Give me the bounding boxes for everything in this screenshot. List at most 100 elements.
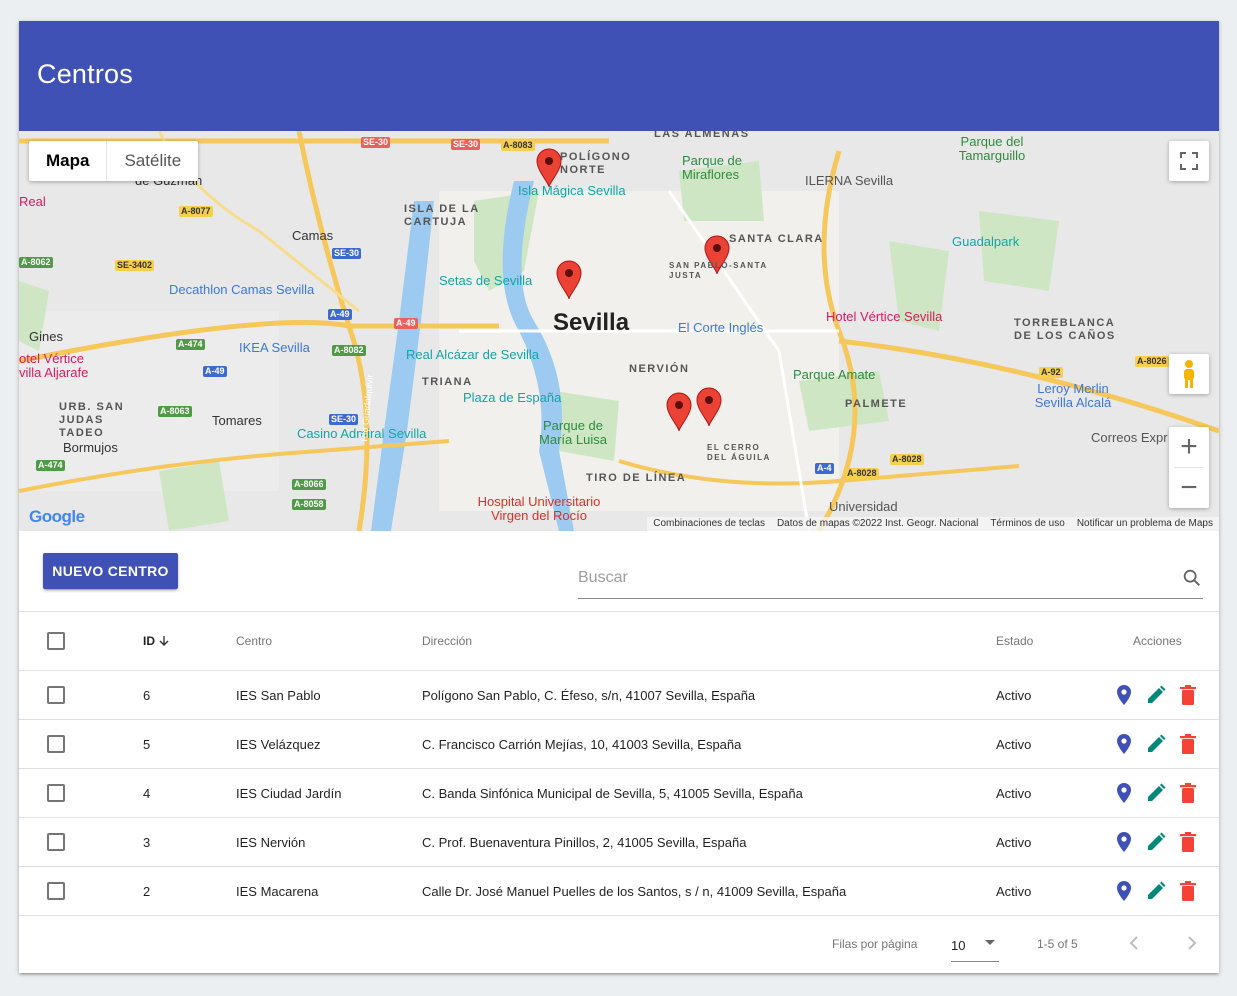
rows-per-page-label: Filas por página bbox=[832, 937, 918, 951]
edit-button[interactable] bbox=[1146, 832, 1166, 852]
locate-button[interactable] bbox=[1114, 881, 1134, 901]
poi-label[interactable]: Decathlon Camas Sevilla bbox=[169, 282, 314, 297]
area-label: SANTA CLARA bbox=[729, 233, 824, 245]
fullscreen-button[interactable] bbox=[1169, 141, 1209, 181]
area-label: URB. SAN JUDAS TADEO bbox=[59, 401, 125, 439]
delete-button[interactable] bbox=[1178, 734, 1198, 754]
rows-per-page-select[interactable]: 10 bbox=[951, 926, 999, 962]
poi-label[interactable]: Plaza de España bbox=[463, 390, 561, 405]
edit-button[interactable] bbox=[1146, 783, 1166, 803]
cell-estado: Activo bbox=[996, 785, 1032, 801]
poi-label[interactable]: Parque del Tamarguillo bbox=[947, 135, 1037, 163]
locate-button[interactable] bbox=[1114, 783, 1134, 803]
poi-label[interactable]: Universidad bbox=[829, 499, 898, 514]
cell-id: 2 bbox=[143, 883, 151, 899]
delete-button[interactable] bbox=[1178, 832, 1198, 852]
road-shield: A-92 bbox=[1039, 367, 1063, 378]
header-estado[interactable]: Estado bbox=[996, 612, 1033, 670]
zoom-out-button[interactable]: − bbox=[1169, 468, 1209, 508]
poi-label[interactable]: ILERNA Sevilla bbox=[805, 173, 893, 188]
road-shield: SE-30 bbox=[329, 414, 359, 425]
road-shield: A-8026 bbox=[1135, 356, 1169, 367]
edit-button[interactable] bbox=[1146, 881, 1166, 901]
road-shield: A-8063 bbox=[158, 406, 192, 417]
edit-button[interactable] bbox=[1146, 685, 1166, 705]
zoom-in-button[interactable]: + bbox=[1169, 427, 1209, 467]
road-shield: SE-30 bbox=[451, 139, 481, 150]
header-acciones: Acciones bbox=[1133, 634, 1182, 648]
town-label: Gines bbox=[29, 329, 63, 344]
row-actions bbox=[1114, 769, 1198, 817]
header-direccion[interactable]: Dirección bbox=[422, 612, 472, 670]
row-checkbox[interactable] bbox=[47, 833, 65, 851]
next-page-button[interactable] bbox=[1182, 933, 1202, 953]
locate-button[interactable] bbox=[1114, 832, 1134, 852]
report-problem-link[interactable]: Notificar un problema de Maps bbox=[1077, 517, 1213, 531]
header-id[interactable]: ID bbox=[143, 612, 170, 670]
road-shield: A-49 bbox=[328, 309, 352, 320]
city-label: Sevilla bbox=[553, 309, 630, 336]
sort-arrow-down-icon bbox=[159, 636, 169, 646]
cell-direccion: Polígono San Pablo, C. Éfeso, s/n, 41007… bbox=[422, 687, 756, 703]
row-select-cell bbox=[47, 818, 65, 866]
search-field bbox=[578, 561, 1203, 599]
area-label: SAN PABLO-SANTA JUSTA bbox=[669, 261, 768, 280]
select-all-checkbox[interactable] bbox=[47, 632, 65, 650]
poi-label[interactable]: otel Vértice bbox=[19, 351, 84, 366]
poi-label[interactable]: El Corte Inglés bbox=[678, 320, 763, 335]
header-centro[interactable]: Centro bbox=[236, 612, 272, 670]
poi-label[interactable]: Real Alcázar de Sevilla bbox=[406, 347, 539, 362]
pencil-icon bbox=[1148, 685, 1166, 703]
cell-direccion: C. Banda Sinfónica Municipal de Sevilla,… bbox=[422, 785, 803, 801]
map-view[interactable]: POLÍGONO NORTE ISLA DE LA CARTUJA SANTA … bbox=[19, 131, 1219, 531]
edit-button[interactable] bbox=[1146, 734, 1166, 754]
row-checkbox[interactable] bbox=[47, 735, 65, 753]
select-all-cell bbox=[47, 612, 65, 670]
locate-button[interactable] bbox=[1114, 734, 1134, 754]
area-label: TRIANA bbox=[422, 376, 473, 388]
search-input[interactable] bbox=[578, 563, 1168, 593]
poi-label[interactable]: Correos Expr bbox=[1091, 430, 1168, 445]
road-shield: A-8066 bbox=[292, 479, 326, 490]
poi-label[interactable]: Setas de Sevilla bbox=[439, 273, 532, 288]
poi-label[interactable]: Isla Mágica Sevilla bbox=[518, 183, 626, 198]
poi-label[interactable]: Real bbox=[19, 194, 46, 209]
new-centro-button[interactable]: NUEVO CENTRO bbox=[43, 553, 178, 589]
delete-button[interactable] bbox=[1178, 685, 1198, 705]
cell-id: 3 bbox=[143, 834, 151, 850]
terms-link[interactable]: Términos de uso bbox=[990, 517, 1064, 531]
fullscreen-icon bbox=[1180, 152, 1198, 170]
table-row: 3 IES Nervión C. Prof. Buenaventura Pini… bbox=[19, 817, 1219, 866]
poi-label[interactable]: Parque de Miraflores bbox=[682, 154, 762, 182]
row-checkbox[interactable] bbox=[47, 784, 65, 802]
table-row: 4 IES Ciudad Jardín C. Banda Sinfónica M… bbox=[19, 768, 1219, 817]
road-shield: A-49 bbox=[203, 366, 227, 377]
keyboard-shortcuts-link[interactable]: Combinaciones de teclas bbox=[653, 517, 765, 531]
rows-per-page-value: 10 bbox=[951, 938, 966, 953]
area-label: TORREBLANCA DE LOS CAÑOS bbox=[1014, 317, 1116, 342]
poi-label[interactable]: Parque Amate bbox=[793, 367, 875, 382]
row-checkbox[interactable] bbox=[47, 882, 65, 900]
poi-label[interactable]: Hospital Universitario Virgen del Rocío bbox=[469, 495, 609, 523]
map-type-map-button[interactable]: Mapa bbox=[29, 141, 106, 181]
locate-button[interactable] bbox=[1114, 685, 1134, 705]
location-pin-icon bbox=[1117, 734, 1131, 754]
pencil-icon bbox=[1148, 832, 1166, 850]
pegman-icon bbox=[1184, 360, 1194, 388]
poi-label[interactable]: Hotel Vértice Sevilla bbox=[826, 309, 942, 324]
row-checkbox[interactable] bbox=[47, 686, 65, 704]
road-shield: A-8058 bbox=[292, 499, 326, 510]
map-type-satellite-button[interactable]: Satélite bbox=[107, 141, 198, 181]
poi-label[interactable]: IKEA Sevilla bbox=[239, 340, 310, 355]
previous-page-button[interactable] bbox=[1124, 933, 1144, 953]
poi-label[interactable]: Guadalpark bbox=[952, 234, 1019, 249]
poi-label[interactable]: Parque de María Luisa bbox=[533, 419, 613, 447]
delete-button[interactable] bbox=[1178, 783, 1198, 803]
delete-button[interactable] bbox=[1178, 881, 1198, 901]
road-shield: SE-3402 bbox=[115, 260, 155, 271]
location-pin-icon bbox=[1117, 685, 1131, 705]
street-view-pegman-button[interactable] bbox=[1169, 354, 1209, 394]
poi-label[interactable]: villa Aljarafe bbox=[19, 365, 88, 380]
poi-label[interactable]: Leroy Merlin Sevilla Alcalá bbox=[1023, 382, 1123, 410]
search-icon[interactable] bbox=[1181, 567, 1203, 589]
